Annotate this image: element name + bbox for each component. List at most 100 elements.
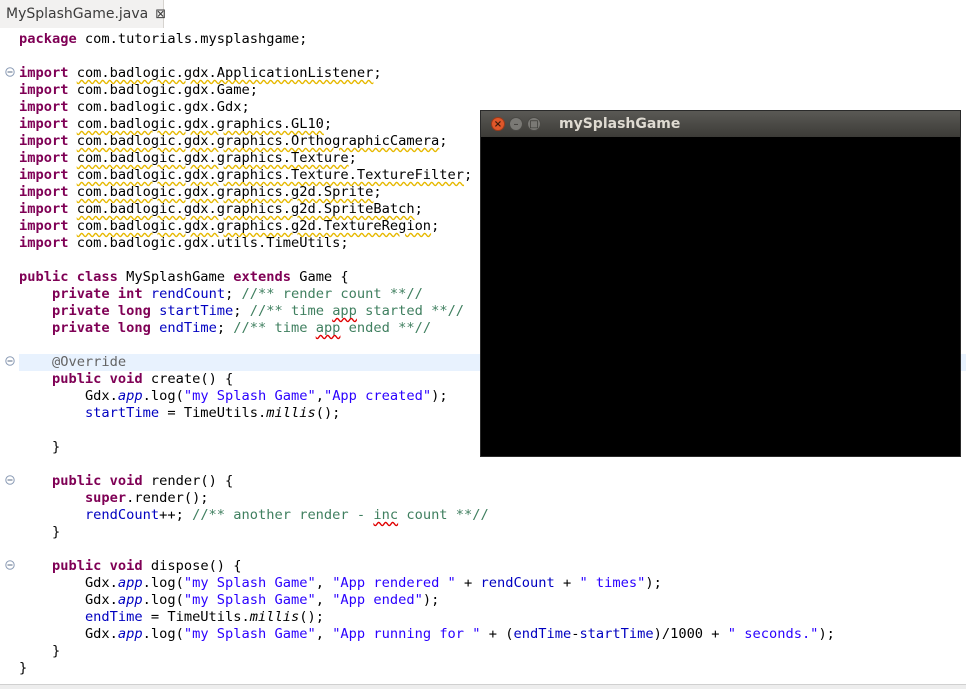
fold-collapse-icon[interactable] — [5, 560, 15, 570]
window-maximize-icon[interactable]: □ — [527, 117, 541, 131]
code-text: Gdx. — [84, 592, 118, 608]
static-field: app — [117, 388, 143, 404]
field-name: rendCount — [480, 575, 555, 591]
class-name: MySplashGame — [117, 269, 234, 285]
code-text: + — [455, 575, 481, 591]
code-text: } — [51, 643, 61, 659]
keyword: public — [51, 473, 102, 489]
code-line: rendCount++; //** another render - inc c… — [0, 507, 966, 524]
comment: ended **// — [340, 320, 432, 336]
field-name: endTime — [513, 626, 572, 642]
static-field: app — [117, 626, 143, 642]
code-text: .log( — [142, 592, 184, 608]
code-text: .render(); — [126, 490, 209, 506]
keyword: public — [51, 371, 102, 387]
keyword: super — [84, 490, 127, 506]
import-name: com.badlogic.gdx.graphics.Texture — [76, 150, 349, 166]
code-line: Gdx.app.log("my Splash Game", "App ended… — [0, 592, 966, 609]
keyword: package — [19, 31, 77, 47]
import-name: com.badlogic.gdx.graphics.g2d.SpriteBatc… — [76, 201, 415, 217]
keyword: import — [19, 116, 69, 132]
fold-collapse-icon[interactable] — [5, 67, 15, 77]
code-text: , — [315, 592, 333, 608]
window-titlebar[interactable]: × – □ mySplashGame — [481, 111, 960, 137]
tab-title[interactable]: MySplashGame.java — [6, 6, 148, 22]
keyword: import — [19, 99, 69, 115]
string-literal: "my Splash Game" — [183, 626, 316, 642]
keyword: import — [19, 65, 69, 81]
string-literal: "App ended" — [332, 592, 423, 608]
field-name: rendCount — [84, 507, 160, 523]
import-name: com.badlogic.gdx.utils.TimeUtils — [76, 235, 341, 251]
code-line: Gdx.app.log("my Splash Game", "App runni… — [0, 626, 966, 643]
static-method: millis — [266, 405, 316, 421]
keyword: long — [117, 303, 151, 319]
field-name: startTime — [84, 405, 160, 421]
code-text: (); — [315, 405, 341, 421]
field-name: rendCount — [150, 286, 226, 302]
keyword: import — [19, 82, 69, 98]
keyword: public — [19, 269, 69, 285]
code-text: .log( — [142, 388, 184, 404]
code-line: Gdx.app.log("my Splash Game", "App rende… — [0, 575, 966, 592]
code-text: ); — [422, 592, 440, 608]
code-line: public void render() { — [0, 473, 966, 490]
editor-tab[interactable]: MySplashGame.java ⊠ — [0, 0, 166, 28]
code-text: , — [315, 626, 333, 642]
keyword: void — [109, 558, 143, 574]
code-text: )/1000 + — [653, 626, 728, 642]
import-name: com.badlogic.gdx.graphics.Texture.Textur… — [76, 167, 465, 183]
fold-collapse-icon[interactable] — [5, 475, 15, 485]
comment: //** another render - — [192, 507, 374, 523]
keyword: import — [19, 235, 69, 251]
code-text: , — [315, 388, 324, 404]
code-line: import com.badlogic.gdx.ApplicationListe… — [0, 65, 966, 82]
comment: //** render count **// — [241, 286, 423, 302]
string-literal: "App rendered " — [332, 575, 456, 591]
window-title: mySplashGame — [559, 116, 681, 132]
window-close-icon[interactable]: × — [491, 117, 505, 131]
code-text: ++; — [159, 507, 193, 523]
code-text: Game { — [290, 269, 349, 285]
comment: count **// — [398, 507, 489, 523]
string-literal: " seconds." — [727, 626, 819, 642]
code-line: endTime = TimeUtils.millis(); — [0, 609, 966, 626]
game-window[interactable]: × – □ mySplashGame — [480, 110, 961, 457]
import-name: com.badlogic.gdx.graphics.g2d.Sprite — [76, 184, 374, 200]
static-field: app — [117, 592, 143, 608]
keyword: void — [109, 371, 143, 387]
editor-tab-bar: MySplashGame.java ⊠ — [0, 0, 966, 28]
game-canvas[interactable] — [481, 137, 960, 456]
comment: //** time — [233, 320, 316, 336]
code-line: } — [0, 643, 966, 660]
code-line: import com.badlogic.gdx.Game; — [19, 82, 259, 98]
code-line: } — [0, 524, 966, 541]
fold-collapse-icon[interactable] — [5, 356, 15, 366]
keyword: class — [76, 269, 118, 285]
code-text: Gdx. — [84, 575, 118, 591]
string-literal: "my Splash Game" — [183, 388, 316, 404]
keyword: int — [117, 286, 143, 302]
code-text: , — [315, 575, 333, 591]
keyword: private — [51, 320, 110, 336]
field-name: endTime — [159, 320, 217, 336]
package-name: com.tutorials.mysplashgame; — [76, 31, 308, 47]
code-text: ); — [645, 575, 662, 591]
keyword: public — [51, 558, 102, 574]
code-text: } — [51, 524, 61, 540]
field-name: startTime — [159, 303, 234, 319]
code-text: .log( — [142, 575, 184, 591]
static-method: millis — [249, 609, 300, 625]
code-text: + — [554, 575, 580, 591]
editor-bottom-scrollbar[interactable] — [0, 684, 966, 689]
tab-close-icon[interactable]: ⊠ — [155, 7, 166, 22]
comment: app — [332, 303, 357, 319]
code-line: } — [0, 660, 966, 677]
method-signature: create() { — [142, 371, 234, 387]
code-text: } — [51, 439, 61, 455]
string-literal: "App created" — [323, 388, 432, 404]
code-line: package com.tutorials.mysplashgame; — [0, 31, 966, 48]
code-text: Gdx. — [84, 626, 118, 642]
static-field: app — [117, 575, 143, 591]
window-minimize-icon[interactable]: – — [509, 117, 523, 131]
